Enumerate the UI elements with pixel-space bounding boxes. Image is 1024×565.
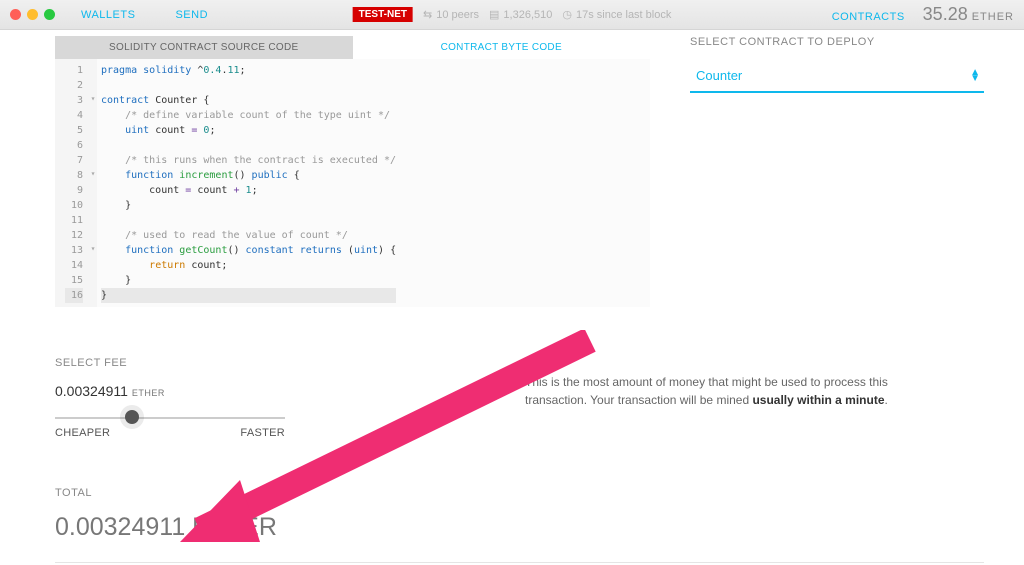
network-status: TEST-NET ⇆ 10 peers ▤ 1,326,510 ◷ 17s si…	[353, 7, 672, 22]
fee-slider[interactable]	[55, 413, 315, 415]
maximize-icon[interactable]	[44, 9, 55, 20]
nav-wallets[interactable]: Wallets	[81, 9, 135, 21]
source-code: pragma solidity ^0.4.11; contract Counte…	[97, 59, 400, 307]
minimize-icon[interactable]	[27, 9, 38, 20]
nav-send[interactable]: Send	[175, 9, 208, 21]
fold-gutter: ▾▾ ▾	[89, 59, 97, 307]
block-number: 1,326,510	[503, 9, 552, 21]
balance-value: 35.28	[923, 4, 968, 25]
divider	[55, 562, 984, 563]
fee-value: 0.00324911 ETHER	[55, 383, 315, 399]
block-icon: ▤	[489, 8, 499, 21]
total-value: 0.00324911 ETHER	[55, 513, 984, 542]
slider-label-faster: FASTER	[240, 427, 285, 439]
contract-select-value: Counter	[696, 68, 742, 83]
tab-source-code[interactable]: SOLIDITY CONTRACT SOURCE CODE	[55, 36, 353, 59]
tab-byte-code[interactable]: CONTRACT BYTE CODE	[353, 36, 651, 59]
slider-label-cheaper: CHEAPER	[55, 427, 110, 439]
peers-icon: ⇆	[423, 8, 432, 21]
total-label: TOTAL	[55, 487, 984, 499]
chevron-updown-icon: ▲▼	[970, 70, 980, 82]
clock-icon: ◷	[562, 8, 572, 21]
select-contract-label: SELECT CONTRACT TO DEPLOY	[690, 36, 984, 48]
network-badge: TEST-NET	[353, 7, 413, 22]
line-gutter: 12345678 910111213141516	[55, 59, 89, 307]
select-fee-label: SELECT FEE	[55, 357, 315, 369]
peers-count: 10 peers	[436, 9, 479, 21]
code-editor-panel: SOLIDITY CONTRACT SOURCE CODE CONTRACT B…	[55, 36, 650, 307]
time-since-block: 17s since last block	[576, 9, 671, 21]
code-editor[interactable]: 12345678 910111213141516 ▾▾ ▾ pragma sol…	[55, 59, 650, 307]
slider-thumb-icon[interactable]	[125, 410, 139, 424]
window-titlebar: Wallets Send TEST-NET ⇆ 10 peers ▤ 1,326…	[0, 0, 1024, 30]
close-icon[interactable]	[10, 9, 21, 20]
contract-select[interactable]: Counter ▲▼	[690, 62, 984, 93]
fee-info-text: This is the most amount of money that mi…	[525, 357, 905, 439]
nav-contracts[interactable]: Contracts	[832, 11, 905, 23]
balance-unit: ETHER	[972, 11, 1014, 23]
